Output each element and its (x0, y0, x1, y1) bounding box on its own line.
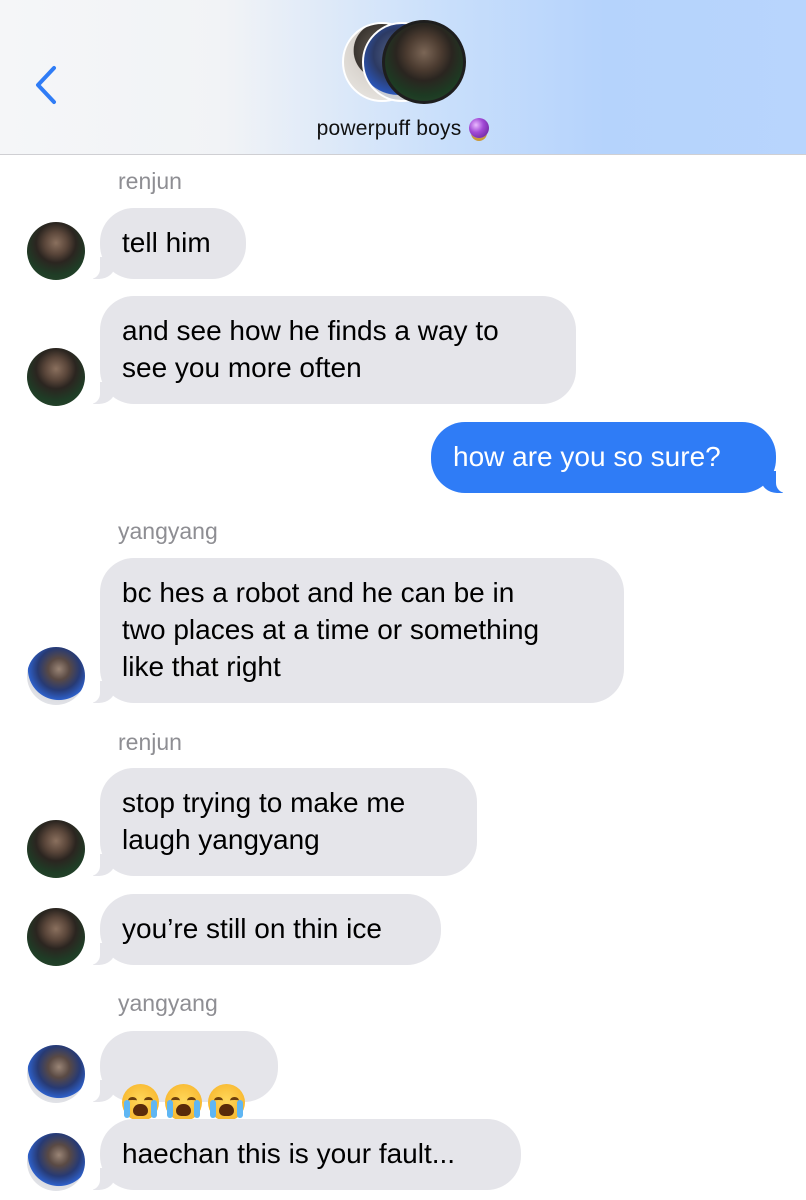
conversation-header: powerpuff boys (0, 0, 806, 155)
crystal-ball-icon (469, 118, 490, 138)
avatar-renjun[interactable] (27, 222, 85, 280)
avatar-yangyang[interactable] (27, 1133, 85, 1191)
message-bubble[interactable]: you’re still on thin ice (86, 894, 441, 965)
message-bubble[interactable]: stop trying to make me laugh yangyang (86, 768, 477, 876)
sender-name: renjun (118, 729, 182, 755)
sender-name: renjun (118, 168, 182, 194)
loudly-crying-face-icon (165, 1084, 202, 1121)
sender-name: yangyang (118, 990, 218, 1016)
message-bubble[interactable]: bc hes a robot and he can be in two plac… (86, 558, 624, 703)
message-bubble[interactable]: and see how he finds a way to see you mo… (86, 296, 576, 404)
avatar-yangyang[interactable] (27, 1045, 85, 1103)
group-title[interactable]: powerpuff boys (0, 117, 806, 141)
message-bubble[interactable]: haechan this is your fault... (86, 1119, 521, 1190)
chevron-left-icon (36, 66, 56, 104)
loudly-crying-face-icon (122, 1084, 159, 1121)
avatar-yangyang[interactable] (27, 647, 85, 705)
avatar-renjun[interactable] (27, 820, 85, 878)
group-name: powerpuff boys (316, 117, 462, 140)
sender-name: yangyang (118, 518, 218, 544)
back-button[interactable] (30, 62, 66, 108)
group-avatar-stack[interactable] (342, 20, 467, 106)
group-member-avatar (382, 20, 466, 104)
loudly-crying-face-icon (208, 1084, 245, 1121)
avatar-renjun[interactable] (27, 348, 85, 406)
message-bubble[interactable]: tell him (86, 208, 246, 279)
message-bubble-outgoing[interactable]: how are you so sure? (431, 422, 790, 493)
message-bubble-emoji[interactable] (86, 1031, 278, 1121)
avatar-renjun[interactable] (27, 908, 85, 966)
